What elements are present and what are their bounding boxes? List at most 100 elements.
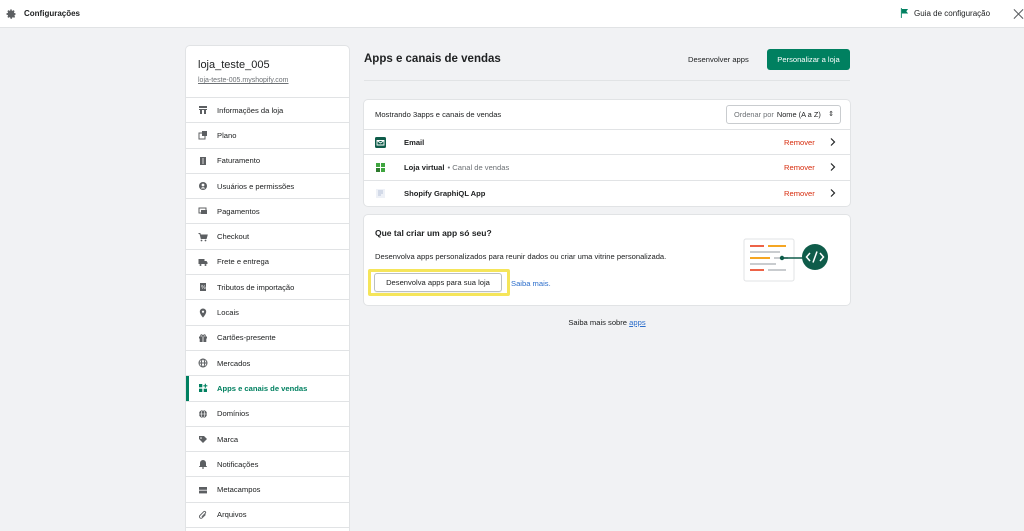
page-title: Configurações	[24, 9, 81, 18]
sidebar-item-duties[interactable]: % Tributos de importação	[186, 275, 349, 301]
apps-link[interactable]: apps	[629, 318, 645, 327]
sidebar-item-location[interactable]: Locais	[186, 300, 349, 326]
metafields-icon	[199, 486, 207, 493]
sidebar-item-truck[interactable]: Frete e entrega	[186, 250, 349, 276]
chevron-right-icon[interactable]	[829, 162, 836, 172]
email-app-icon	[375, 136, 386, 148]
payments-icon	[198, 207, 207, 215]
sidebar-item-label: Arquivos	[217, 510, 247, 520]
svg-text:%: %	[201, 285, 206, 291]
create-app-card: Que tal criar um app só seu? Desenvolva …	[364, 215, 850, 305]
divider	[364, 80, 850, 81]
sidebar-item-label: Tributos de importação	[217, 282, 295, 292]
cart-icon	[198, 232, 208, 242]
globe-icon	[198, 358, 208, 368]
paperclip-icon	[198, 510, 207, 519]
bell-icon	[199, 460, 207, 470]
sidebar-item-label: Usuários e permissões	[217, 181, 295, 191]
sidebar-item-apps[interactable]: Apps e canais de vendas	[186, 376, 349, 402]
sidebar-item-label: Cartões-presente	[217, 333, 276, 343]
create-app-description: Desenvolva apps personalizados para reun…	[375, 252, 667, 261]
billing-icon	[200, 156, 206, 165]
customize-store-button[interactable]: Personalizar a loja	[767, 49, 850, 70]
domains-icon	[199, 409, 207, 419]
main-title: Apps e canais de vendas	[364, 53, 501, 65]
sidebar-item-label: Frete e entrega	[217, 257, 269, 267]
sidebar-nav: Informações da loja Plano Faturamento Usuár…	[186, 98, 349, 529]
apps-card-header: Mostrando 3apps e canais de vendas Orden…	[364, 100, 850, 130]
sidebar-item-label: Metacampos	[217, 485, 261, 495]
footer-prefix: Saiba mais sobre	[568, 318, 628, 327]
sort-prefix: Ordenar por	[734, 110, 774, 119]
sidebar-item-label: Informações da loja	[217, 105, 284, 115]
chevron-right-icon[interactable]	[829, 188, 836, 198]
remove-button[interactable]: Remover	[784, 163, 815, 172]
store-icon	[199, 106, 207, 115]
code-illustration	[743, 238, 828, 282]
store-name: loja_teste_005	[198, 59, 270, 71]
app-name: Loja virtual	[404, 162, 445, 172]
sidebar-item-payments[interactable]: Pagamentos	[186, 199, 349, 225]
sort-select[interactable]: Ordenar por Nome (A a Z) ⇕	[726, 105, 841, 124]
settings-sidebar: loja_teste_005 loja-teste-005.myshopify.…	[186, 46, 349, 531]
email-app-row[interactable]: Email Remover	[364, 130, 850, 156]
sidebar-item-billing[interactable]: Faturamento	[186, 149, 349, 174]
chevron-right-icon[interactable]	[829, 137, 836, 147]
app-name: Shopify GraphiQL App	[404, 188, 486, 198]
online-store-icon	[376, 162, 385, 172]
create-app-title: Que tal criar um app só seu?	[375, 228, 492, 238]
remove-button[interactable]: Remover	[784, 138, 815, 147]
sidebar-item-metafields[interactable]: Metacampos	[186, 477, 349, 503]
sidebar-item-label: Apps e canais de vendas	[217, 383, 308, 393]
showing-count-text: Mostrando 3apps e canais de vendas	[375, 110, 502, 119]
select-caret-icon: ⇕	[828, 111, 834, 118]
develop-apps-for-store-button[interactable]: Desenvolva apps para sua loja	[374, 273, 502, 292]
app-subtitle: • Canal de vendas	[447, 162, 510, 172]
graphiql-app-row[interactable]: Shopify GraphiQL App Remover	[364, 181, 850, 206]
sidebar-item-label: Locais	[217, 308, 239, 318]
truck-icon	[198, 258, 208, 266]
sidebar-item-label: Marca	[217, 434, 239, 444]
learn-more-link[interactable]: Saiba mais.	[511, 279, 551, 288]
sidebar-item-label: Pagamentos	[217, 206, 260, 216]
duties-icon: %	[200, 283, 206, 292]
flag-icon	[900, 8, 909, 18]
sidebar-item-cart[interactable]: Checkout	[186, 224, 349, 250]
store-header: loja_teste_005 loja-teste-005.myshopify.…	[186, 46, 349, 98]
sidebar-item-user[interactable]: Usuários e permissões	[186, 174, 349, 200]
gift-icon	[199, 334, 207, 342]
sidebar-item-label: Notificações	[217, 459, 259, 469]
app-name: Email	[404, 137, 425, 147]
sidebar-item-gift[interactable]: Cartões-presente	[186, 326, 349, 351]
sidebar-item-plan[interactable]: Plano	[186, 123, 349, 149]
sidebar-item-domains[interactable]: Domínios	[186, 402, 349, 427]
sidebar-item-label: Domínios	[217, 409, 250, 419]
plan-icon	[198, 131, 207, 140]
sort-value: Nome (A a Z)	[776, 110, 821, 119]
sidebar-item-label: Mercados	[217, 358, 251, 368]
sidebar-item-brand[interactable]: Marca	[186, 427, 349, 453]
sidebar-item-label: Faturamento	[217, 156, 261, 166]
apps-icon	[199, 384, 208, 393]
user-icon	[199, 182, 207, 191]
online-store-app-row[interactable]: Loja virtual • Canal de vendas Remover	[364, 155, 850, 181]
location-icon	[199, 308, 207, 318]
setup-guide-label: Guia de configuração	[914, 8, 991, 18]
graphiql-app-icon	[376, 188, 385, 198]
setup-guide-button[interactable]: Guia de configuração	[900, 8, 990, 18]
sidebar-item-label: Plano	[217, 130, 237, 140]
top-bar: Configurações Guia de configuração	[0, 0, 1024, 28]
footer-learn-more: Saiba mais sobre apps	[364, 318, 850, 327]
sidebar-item-label: Checkout	[217, 232, 250, 242]
brand-icon	[199, 436, 207, 443]
sidebar-item-store[interactable]: Informações da loja	[186, 98, 349, 124]
apps-card: Mostrando 3apps e canais de vendas Orden…	[364, 100, 850, 206]
remove-button[interactable]: Remover	[784, 189, 815, 198]
store-url-link[interactable]: loja-teste-005.myshopify.com	[198, 77, 349, 84]
sidebar-item-globe[interactable]: Mercados	[186, 351, 349, 377]
sidebar-item-bell[interactable]: Notificações	[186, 452, 349, 478]
apps-list: Email Remover Loja virtual • Canal de venda…	[364, 130, 850, 206]
sidebar-item-paperclip[interactable]: Arquivos	[186, 503, 349, 529]
develop-apps-button[interactable]: Desenvolver apps	[688, 55, 749, 64]
close-icon[interactable]	[1013, 8, 1024, 20]
